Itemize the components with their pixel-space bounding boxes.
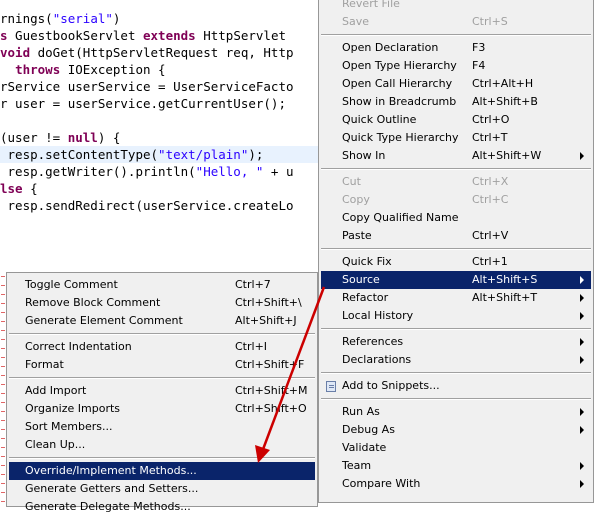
annotation-arrow bbox=[255, 286, 326, 463]
